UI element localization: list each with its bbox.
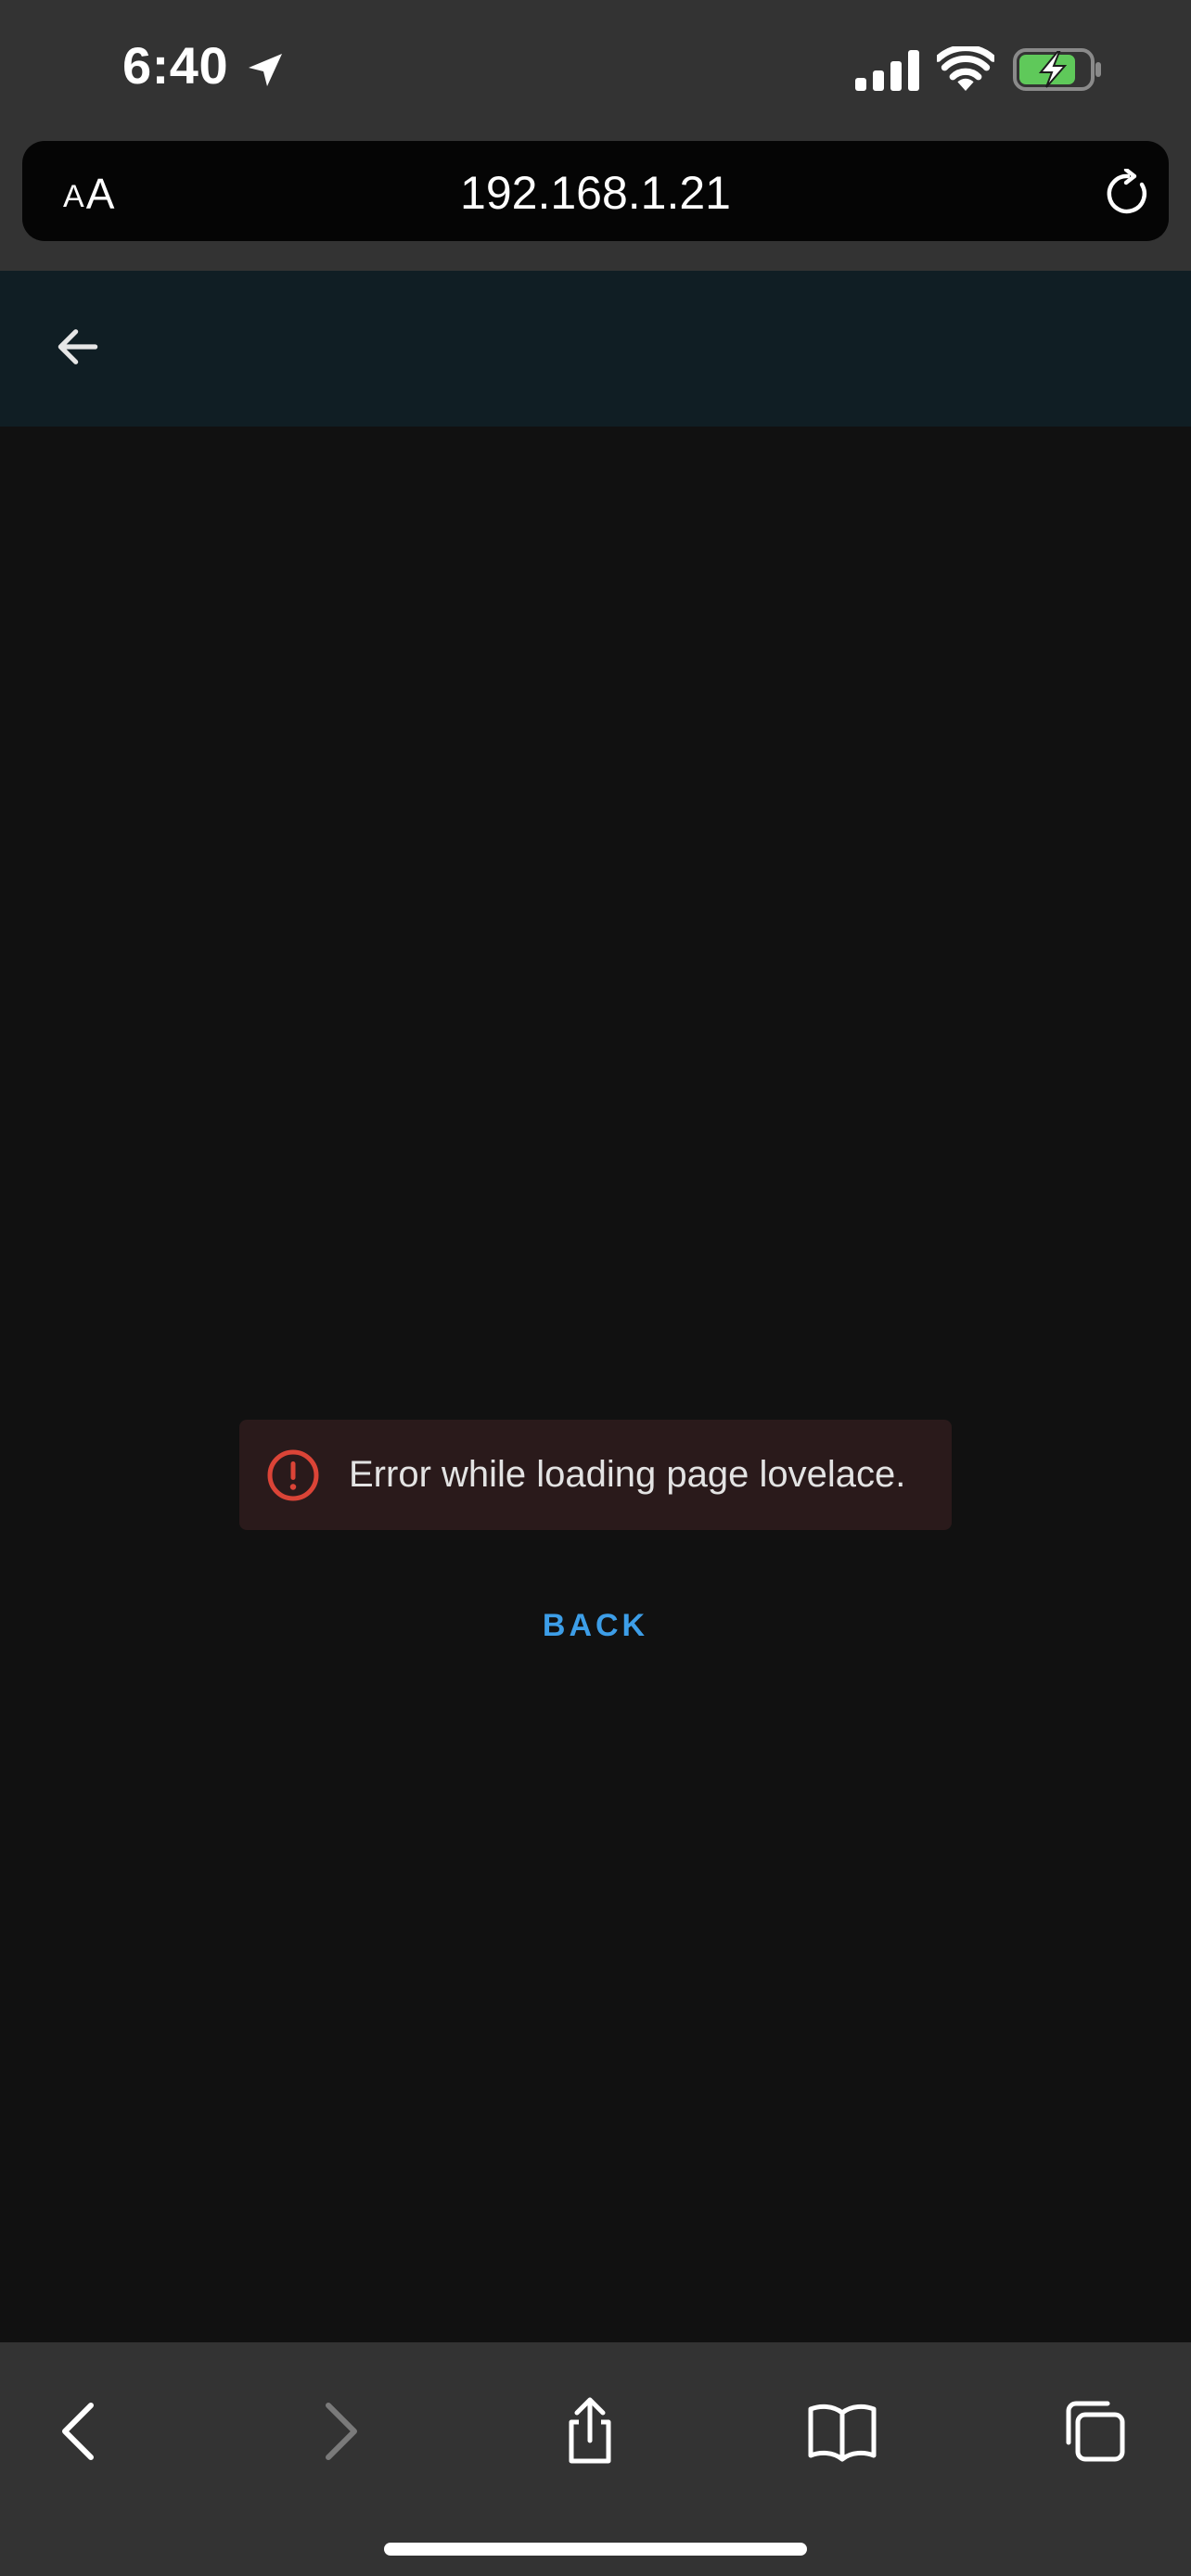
- error-message: Error while loading page lovelace.: [349, 1454, 906, 1495]
- chevron-right-icon[interactable]: [302, 2394, 377, 2468]
- cellular-signal-icon: [855, 50, 919, 91]
- browser-toolbar: [0, 2342, 1191, 2576]
- url-text[interactable]: 192.168.1.21: [22, 167, 1169, 219]
- app-header: [0, 271, 1191, 427]
- bookmarks-icon[interactable]: [805, 2394, 879, 2468]
- status-time: 6:40: [122, 36, 229, 95]
- reload-icon[interactable]: [1104, 169, 1152, 217]
- error-alert: Error while loading page lovelace.: [239, 1420, 952, 1530]
- alert-circle-icon: [267, 1449, 319, 1500]
- home-indicator[interactable]: [384, 2543, 807, 2556]
- battery-charging-icon: [1013, 48, 1101, 91]
- status-bar: 6:40: [0, 0, 1191, 141]
- address-bar-area: A A 192.168.1.21: [0, 141, 1191, 271]
- arrow-left-icon[interactable]: [52, 321, 104, 373]
- back-button[interactable]: BACK: [503, 1602, 688, 1649]
- wifi-icon: [937, 46, 994, 91]
- address-bar[interactable]: A A 192.168.1.21: [22, 141, 1169, 241]
- share-icon[interactable]: [553, 2394, 627, 2468]
- tabs-icon[interactable]: [1057, 2394, 1132, 2468]
- location-arrow-icon: [249, 54, 282, 86]
- chevron-left-icon[interactable]: [43, 2394, 117, 2468]
